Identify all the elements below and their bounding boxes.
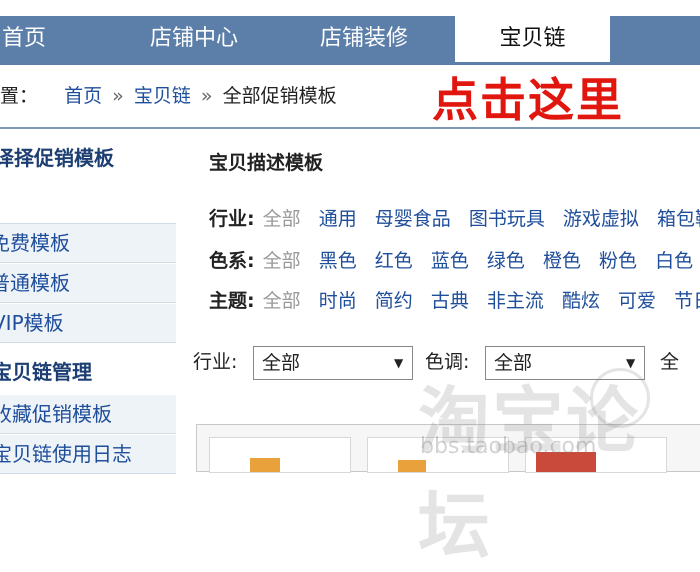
sidebar-item-usage-log[interactable]: 宝贝链使用日志	[0, 435, 176, 474]
filter-option[interactable]: 绿色	[487, 250, 525, 272]
watermark-circle	[590, 368, 650, 428]
industry-select[interactable]: 全部 ▼	[253, 346, 413, 380]
breadcrumb-link-home[interactable]: 首页	[64, 85, 102, 107]
filter-label: 主题:	[209, 290, 255, 312]
filter-option[interactable]: 全部	[263, 290, 301, 312]
filter-row-theme: 主题: 全部 时尚 简约 古典 非主流 酷炫 可爱 节日促	[209, 286, 700, 316]
sidebar-item-label: 免费模板	[0, 231, 70, 255]
filter-option[interactable]: 母婴食品	[375, 208, 451, 230]
sidebar: 译择促销模板 免费模板 普通模板 VIP模板 宝贝链管理 收藏促销模板 宝贝链使…	[0, 129, 178, 474]
filter-option[interactable]: 简约	[375, 290, 413, 312]
chevron-down-icon: ▼	[394, 356, 404, 370]
sidebar-item-label: 宝贝链使用日志	[0, 442, 132, 466]
breadcrumb-separator: »	[200, 85, 213, 107]
filter-option[interactable]: 非主流	[487, 290, 544, 312]
filter-option[interactable]: 酷炫	[562, 290, 600, 312]
filter-option[interactable]: 蓝色	[431, 250, 469, 272]
filter-label: 行业:	[209, 208, 255, 230]
sidebar-item-favorite-templates[interactable]: 收藏促销模板	[0, 395, 176, 434]
filter-option[interactable]: 节日促	[674, 290, 700, 312]
nav-underline	[0, 62, 700, 65]
filter-row-color: 色系: 全部 黑色 红色 蓝色 绿色 橙色 粉色 白色 黄	[209, 246, 700, 276]
filter-option[interactable]: 游戏虚拟	[563, 208, 639, 230]
filter-option[interactable]: 全部	[263, 250, 301, 272]
click-here-annotation: 点击这里	[432, 73, 624, 127]
filter-option[interactable]: 古典	[431, 290, 469, 312]
sidebar-item-label: 收藏促销模板	[0, 402, 112, 426]
filter-option[interactable]: 时尚	[319, 290, 357, 312]
breadcrumb: 置： 首页 » 宝贝链 » 全部促销模板	[0, 78, 337, 114]
sidebar-item-label: VIP模板	[0, 311, 64, 335]
filter-option[interactable]: 粉色	[599, 250, 637, 272]
select-label-industry: 行业:	[193, 351, 238, 373]
tab-baobei-link[interactable]: 宝贝链	[455, 16, 610, 62]
sidebar-spacer	[0, 181, 176, 224]
filter-option[interactable]: 图书玩具	[469, 208, 545, 230]
breadcrumb-current: 全部促销模板	[222, 85, 337, 107]
sidebar-item-free-templates[interactable]: 免费模板	[0, 224, 176, 263]
sidebar-item-normal-templates[interactable]: 普通模板	[0, 264, 176, 303]
filter-option[interactable]: 箱包鞋	[657, 208, 700, 230]
industry-select-value: 全部	[262, 352, 301, 374]
breadcrumb-link-baobei[interactable]: 宝贝链	[134, 85, 191, 107]
filter-option[interactable]: 白色	[655, 250, 693, 272]
filter-row-industry: 行业: 全部 通用 母婴食品 图书玩具 游戏虚拟 箱包鞋	[209, 204, 700, 234]
watermark-logo: 淘宝论坛	[418, 379, 641, 568]
sidebar-section-title-templates: 译择促销模板	[0, 146, 114, 170]
top-nav: 首页 店铺中心 店铺装修 宝贝链	[0, 0, 700, 62]
tab-home[interactable]: 首页	[0, 16, 54, 62]
sidebar-item-vip-templates[interactable]: VIP模板	[0, 304, 176, 343]
filter-option[interactable]: 可爱	[618, 290, 656, 312]
filter-option[interactable]: 通用	[319, 208, 357, 230]
filter-option[interactable]: 全部	[263, 208, 301, 230]
sidebar-item-label: 普通模板	[0, 271, 70, 295]
template-card[interactable]	[209, 437, 351, 473]
breadcrumb-prefix: 置：	[0, 85, 39, 107]
breadcrumb-separator: »	[112, 85, 124, 107]
filter-option[interactable]: 黑色	[319, 250, 357, 272]
filter-option[interactable]: 橙色	[543, 250, 581, 272]
section-title: 宝贝描述模板	[209, 152, 324, 174]
tab-shop-center[interactable]: 店铺中心	[130, 16, 258, 62]
filter-label: 色系:	[209, 250, 255, 272]
tab-shop-decoration[interactable]: 店铺装修	[300, 16, 428, 62]
watermark-url: bbs.taobao.com	[420, 434, 597, 459]
sidebar-section-title-management: 宝贝链管理	[0, 360, 92, 384]
filter-option[interactable]: 红色	[375, 250, 413, 272]
